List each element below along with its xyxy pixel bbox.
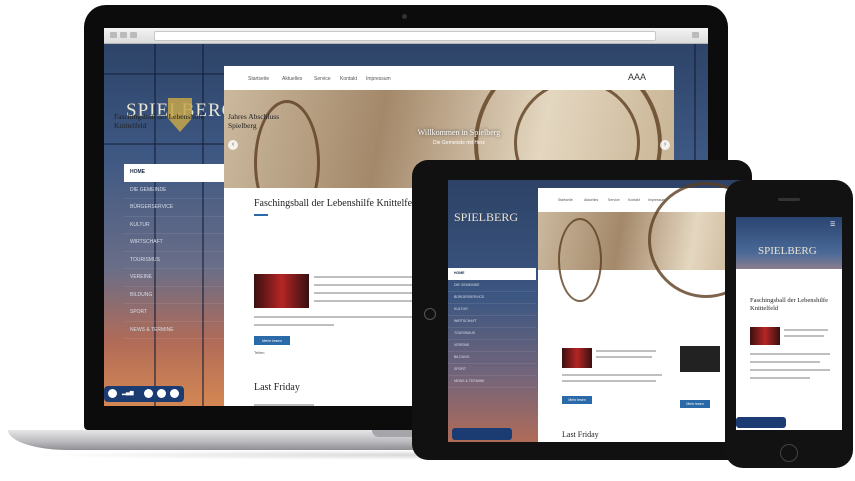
text-line — [750, 361, 820, 363]
text-line — [254, 404, 314, 406]
topnav-item[interactable]: Aktuelles — [584, 198, 598, 202]
menu-item[interactable]: NEWS & TERMINE — [448, 376, 536, 388]
text-line — [562, 380, 656, 382]
forward-icon[interactable] — [120, 32, 127, 38]
menu-item[interactable]: SPORT — [124, 304, 226, 322]
topnav-item[interactable]: Impressum — [366, 76, 391, 82]
phone-header — [736, 217, 842, 269]
next-slide-icon[interactable]: › — [660, 140, 670, 150]
menu-item[interactable]: DIE GEMEINDE — [448, 280, 536, 292]
menu-item[interactable]: VEREINE — [124, 269, 226, 287]
article-title[interactable]: Faschingsball der Lebenshilfe Knittelfel… — [114, 112, 204, 130]
article-title[interactable]: Faschingsball der Lebenshilfe Knittelfel… — [750, 297, 830, 313]
text-line — [784, 335, 824, 337]
topnav-item[interactable]: Service — [608, 198, 620, 202]
menu-item[interactable]: NEWS & TERMINE — [124, 322, 226, 339]
signal-icon: ▂▄▆ — [122, 390, 134, 396]
side-menu: HOME DIE GEMEINDE BÜRGERSERVICE KULTUR W… — [448, 268, 536, 388]
text-line — [750, 377, 810, 379]
share-link[interactable]: Teilen — [254, 350, 264, 355]
window-frame-line — [104, 143, 224, 145]
menu-item[interactable]: WIRTSCHAFT — [124, 234, 226, 252]
font-size-control[interactable]: AAA — [628, 72, 646, 82]
phone-screen: ☰ SPIELBERG Faschingsball der Lebenshilf… — [736, 217, 842, 430]
home-button-icon — [424, 308, 436, 320]
article-title[interactable]: Last Friday — [562, 430, 599, 439]
sculpture-arc — [558, 218, 602, 302]
article-title[interactable]: Last Friday — [254, 382, 300, 393]
window-frame-line — [104, 73, 224, 75]
menu-icon[interactable] — [692, 32, 699, 38]
back-icon[interactable] — [110, 32, 117, 38]
topnav-item[interactable]: Kontakt — [628, 198, 640, 202]
menu-item[interactable]: VEREINE — [448, 340, 536, 352]
home-button-icon — [780, 444, 798, 462]
text-line — [750, 369, 830, 371]
camera-icon — [402, 14, 407, 19]
menu-item[interactable]: DIE GEMEINDE — [124, 182, 226, 199]
article-thumbnail[interactable] — [750, 327, 780, 345]
menu-item-home[interactable]: HOME — [124, 164, 226, 182]
menu-item[interactable]: BÜRGERSERVICE — [448, 292, 536, 304]
article-title[interactable]: Jahres Abschluss Spielberg — [228, 112, 298, 130]
menu-item[interactable]: KULTUR — [448, 304, 536, 316]
menu-item-home[interactable]: HOME — [448, 268, 536, 280]
zoom-icon[interactable] — [144, 389, 153, 398]
topnav-item[interactable]: Startseite — [558, 198, 573, 202]
accessibility-toolbar — [452, 428, 512, 440]
url-input[interactable] — [154, 31, 656, 41]
hero-banner — [538, 182, 742, 302]
top-nav: Startseite Aktuelles Service Kontakt Imp… — [224, 66, 674, 90]
text-line — [784, 329, 828, 331]
prev-slide-icon[interactable]: ‹ — [228, 140, 238, 150]
read-more-button[interactable]: Mehr lesen — [680, 400, 710, 408]
menu-item[interactable]: TOURISMUS — [124, 252, 226, 269]
accessibility-toolbar — [736, 417, 786, 428]
article-thumbnail[interactable] — [562, 348, 592, 368]
text-line — [562, 374, 662, 376]
topnav-item[interactable]: Kontakt — [340, 76, 357, 82]
article-thumbnail[interactable] — [254, 274, 309, 308]
menu-item[interactable]: BILDUNG — [124, 287, 226, 304]
hero-subcaption: Die Gemeinde mit Herz — [433, 140, 485, 146]
topnav-item[interactable]: Aktuelles — [282, 76, 302, 82]
read-more-button[interactable]: Mehr lesen — [254, 336, 290, 345]
text-line — [254, 324, 334, 326]
contrast-icon[interactable] — [157, 389, 166, 398]
topnav-item[interactable]: Startseite — [248, 76, 269, 82]
menu-item[interactable]: SPORT — [448, 364, 536, 376]
menu-item[interactable]: TOURISMUS — [448, 328, 536, 340]
text-line — [750, 353, 830, 355]
read-more-button[interactable]: Mehr lesen — [562, 396, 592, 404]
menu-item[interactable]: BILDUNG — [448, 352, 536, 364]
accessibility-icon[interactable] — [108, 389, 117, 398]
title-underline — [254, 214, 268, 216]
site-logo[interactable]: SPIELBERG — [454, 210, 518, 225]
site-logo[interactable]: SPIELBERG — [758, 245, 817, 257]
tablet-screen: SPIELBERG HOME DIE GEMEINDE BÜRGERSERVIC… — [448, 180, 742, 442]
speaker-icon — [778, 198, 800, 201]
menu-icon[interactable]: ☰ — [830, 221, 835, 228]
side-menu: HOME DIE GEMEINDE BÜRGERSERVICE KULTUR W… — [124, 164, 226, 339]
menu-item[interactable]: KULTUR — [124, 217, 226, 234]
text-line — [596, 350, 656, 352]
accessibility-toolbar: ▂▄▆ — [104, 386, 184, 402]
menu-item[interactable]: BÜRGERSERVICE — [124, 199, 226, 217]
article-thumbnail[interactable] — [680, 346, 720, 372]
text-line — [596, 356, 652, 358]
settings-icon[interactable] — [170, 389, 179, 398]
topnav-item[interactable]: Service — [314, 76, 331, 82]
browser-toolbar — [104, 28, 708, 44]
hero-caption: Willkommen in Spielberg — [417, 128, 501, 137]
menu-item[interactable]: WIRTSCHAFT — [448, 316, 536, 328]
reload-icon[interactable] — [130, 32, 137, 38]
